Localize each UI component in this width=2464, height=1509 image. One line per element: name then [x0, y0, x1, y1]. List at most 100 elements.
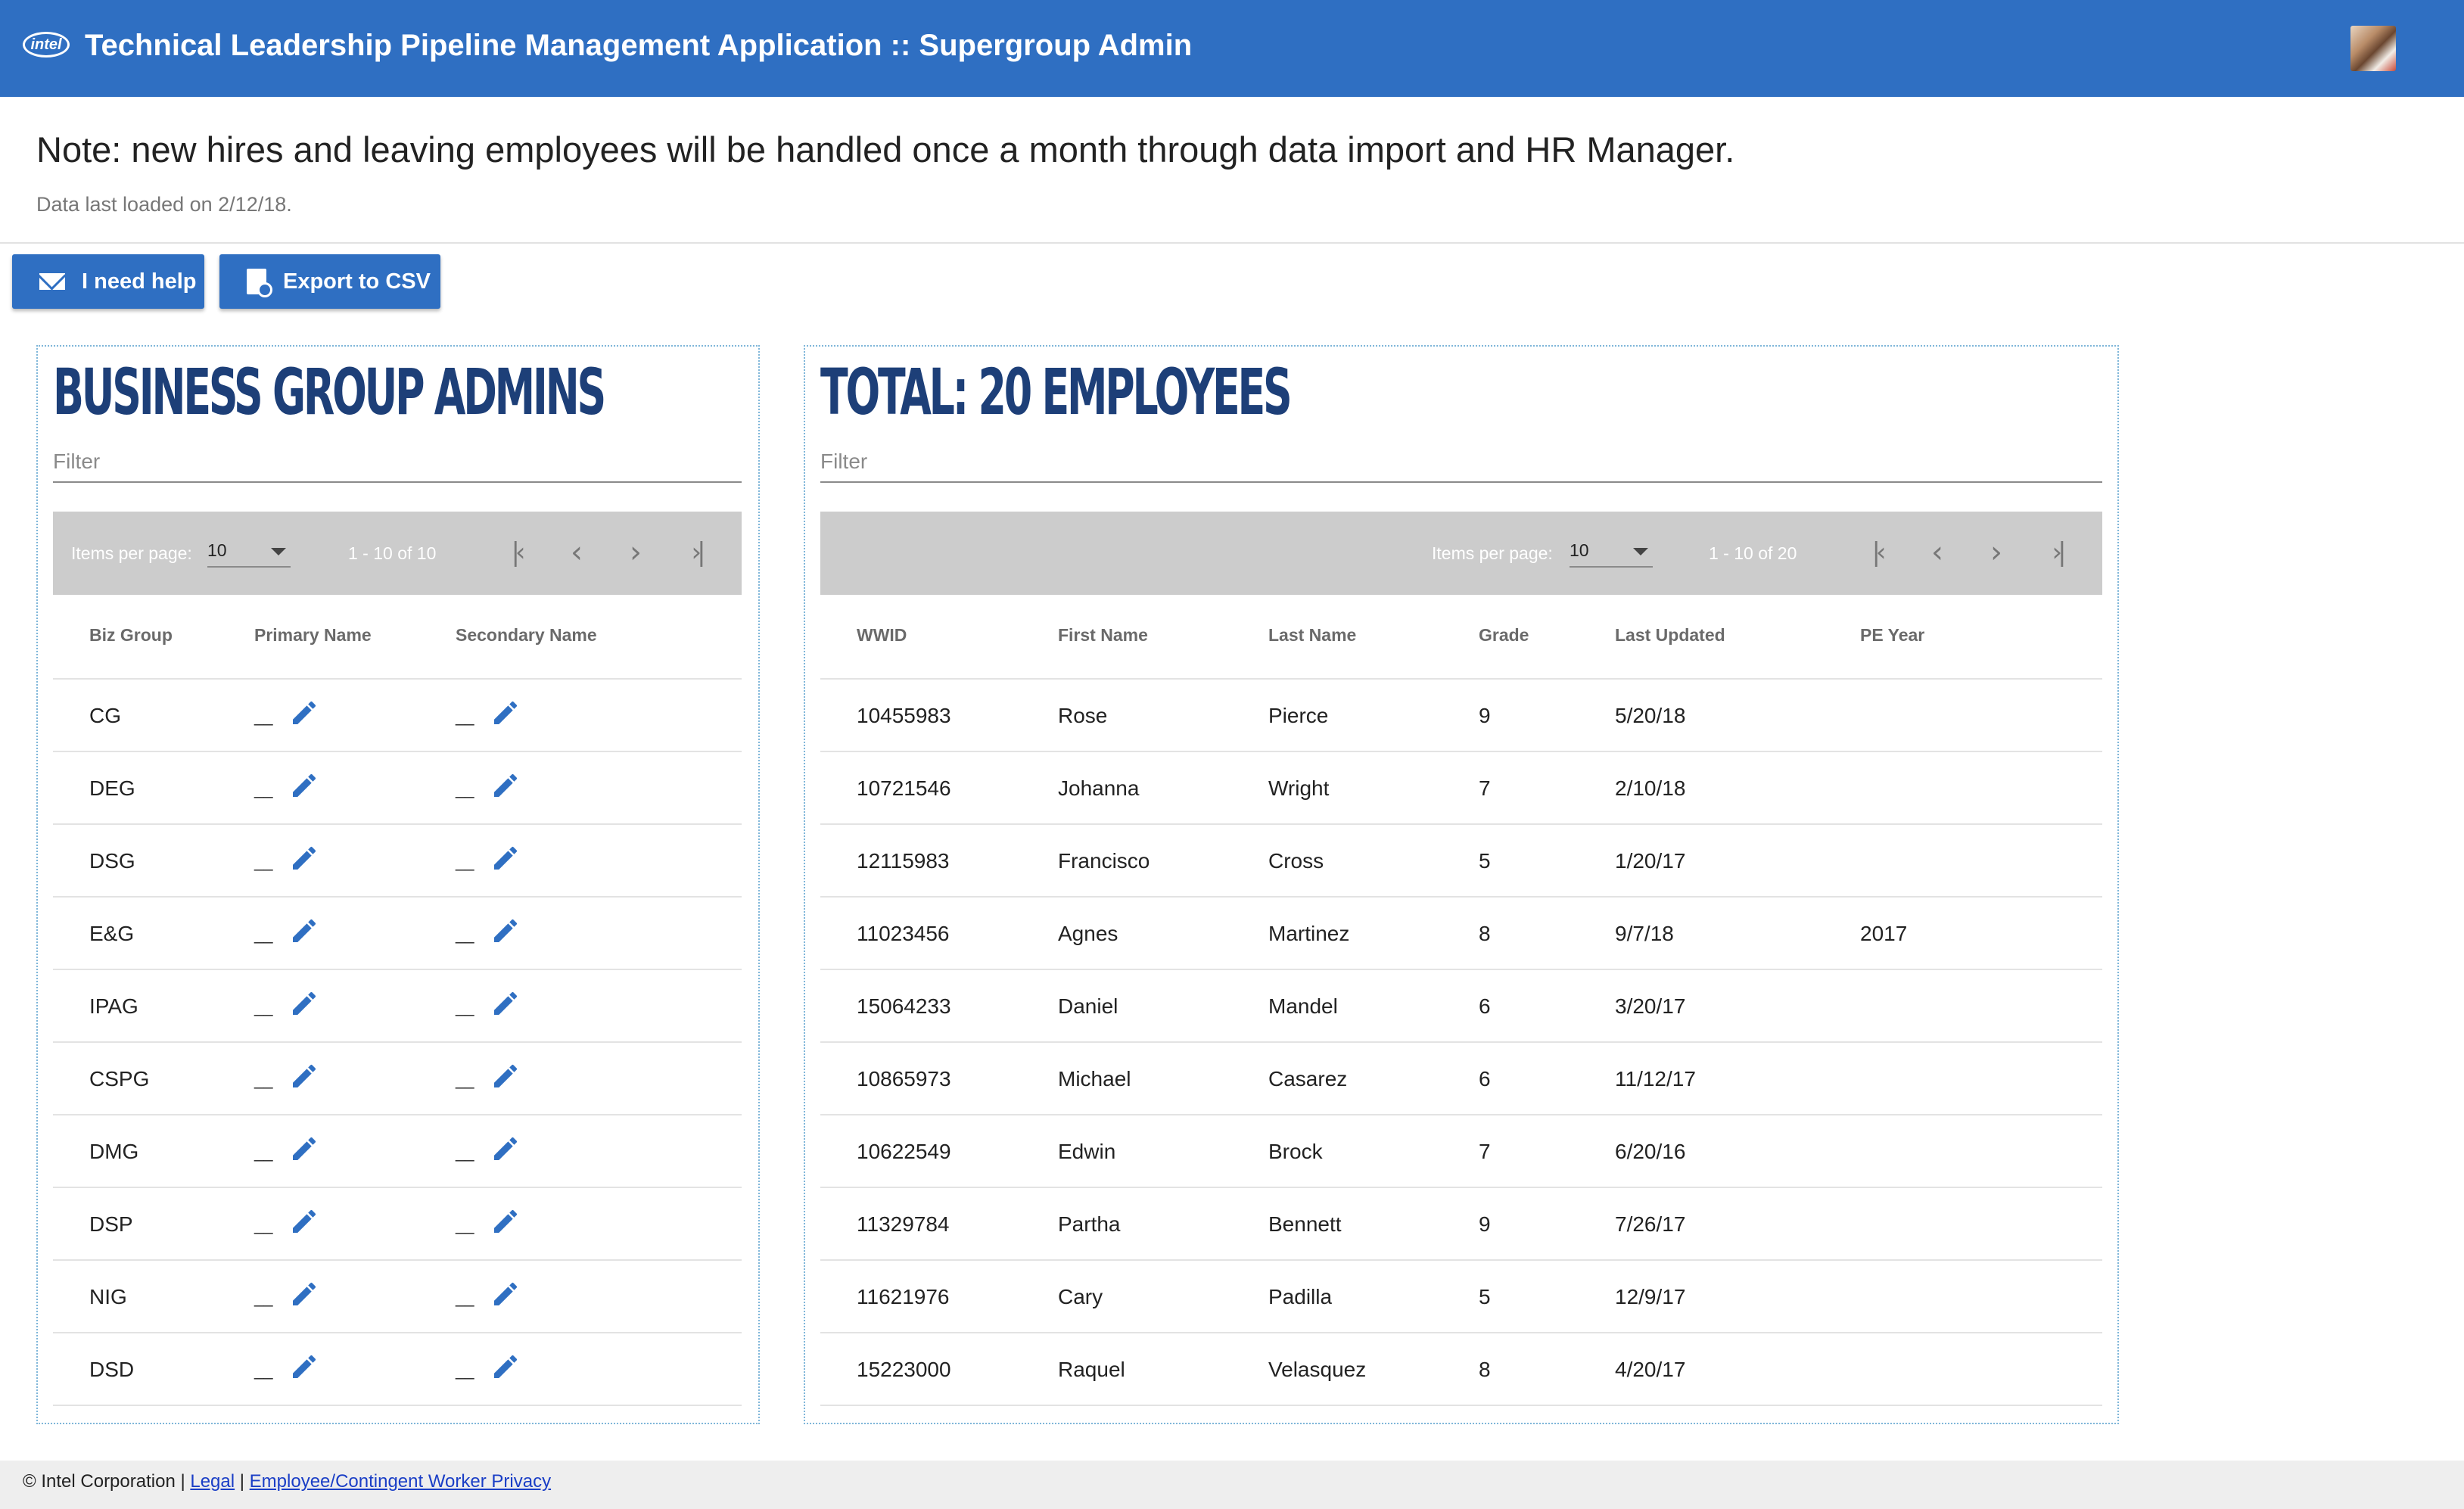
export-button-label: Export to CSV: [283, 269, 431, 294]
table-row: E&G __ __: [53, 898, 742, 970]
edit-primary-pencil-icon[interactable]: [289, 1061, 319, 1091]
pe-year-cell: 2017: [1860, 922, 1908, 945]
items-per-page-label: Items per page:: [71, 543, 192, 563]
last-updated-cell: 5/20/18: [1615, 704, 1686, 727]
col-last-updated[interactable]: Last Updated: [1615, 625, 1725, 646]
col-biz-group[interactable]: Biz Group: [89, 625, 173, 646]
last-page-icon[interactable]: ›|: [681, 539, 711, 569]
biz-group-cell: DEG: [89, 776, 135, 800]
page-size-select[interactable]: 10: [1570, 540, 1653, 568]
table-row[interactable]: 11329784 Partha Bennett 9 7/26/17: [820, 1188, 2102, 1261]
table-row: DSP __ __: [53, 1188, 742, 1261]
table-row[interactable]: 10865973 Michael Casarez 6 11/12/17: [820, 1043, 2102, 1115]
edit-primary-pencil-icon[interactable]: [289, 770, 319, 801]
grade-cell: 7: [1479, 1140, 1491, 1163]
last-updated-cell: 2/10/18: [1615, 776, 1686, 800]
col-pe-year[interactable]: PE Year: [1860, 625, 1924, 646]
biz-group-cell: CG: [89, 704, 121, 727]
edit-primary-pencil-icon[interactable]: [289, 843, 319, 873]
col-wwid[interactable]: WWID: [857, 625, 907, 646]
table-row[interactable]: 15064233 Daniel Mandel 6 3/20/17: [820, 970, 2102, 1043]
edit-secondary-pencil-icon[interactable]: [490, 988, 521, 1019]
help-button-label: I need help: [82, 269, 197, 294]
bg-admins-table: Biz Group Primary Name Secondary Name CG…: [53, 595, 742, 1406]
page-size-value: 10: [207, 540, 227, 560]
first-name-cell: Daniel: [1058, 994, 1118, 1018]
next-page-icon[interactable]: ›: [621, 537, 651, 569]
edit-secondary-pencil-icon[interactable]: [490, 1134, 521, 1164]
help-button[interactable]: I need help: [12, 254, 204, 309]
last-updated-cell: 3/20/17: [1615, 994, 1686, 1018]
edit-secondary-pencil-icon[interactable]: [490, 1206, 521, 1237]
first-page-icon[interactable]: |‹: [1862, 539, 1892, 569]
biz-group-cell: E&G: [89, 922, 135, 945]
last-updated-cell: 4/20/17: [1615, 1358, 1686, 1381]
table-row[interactable]: 11023456 Agnes Martinez 8 9/7/18 2017: [820, 898, 2102, 970]
first-page-icon[interactable]: |‹: [501, 539, 531, 569]
last-name-cell: Bennett: [1268, 1212, 1342, 1236]
employees-panel: TOTAL: 20 EMPLOYEES Filter Items per pag…: [804, 345, 2119, 1424]
secondary-name-cell: __: [456, 1215, 474, 1234]
last-name-cell: Martinez: [1268, 922, 1350, 945]
page-size-select[interactable]: 10: [207, 540, 291, 568]
edit-primary-pencil-icon[interactable]: [289, 1279, 319, 1309]
previous-page-icon[interactable]: ‹: [1922, 537, 1952, 569]
bg-admins-filter-input[interactable]: Filter: [53, 450, 742, 483]
primary-name-cell: __: [254, 1143, 273, 1162]
intel-logo: intel: [23, 32, 70, 58]
user-avatar[interactable]: [2350, 26, 2396, 71]
edit-primary-pencil-icon[interactable]: [289, 698, 319, 728]
grade-cell: 5: [1479, 1285, 1491, 1308]
last-name-cell: Mandel: [1268, 994, 1338, 1018]
bg-admins-panel: BUSINESS GROUP ADMINS Filter Items per p…: [36, 345, 760, 1424]
next-page-icon[interactable]: ›: [1981, 537, 2011, 569]
secondary-name-cell: __: [456, 1143, 474, 1162]
grade-cell: 7: [1479, 776, 1491, 800]
first-name-cell: Raquel: [1058, 1358, 1125, 1381]
grade-cell: 9: [1479, 1212, 1491, 1236]
col-first-name[interactable]: First Name: [1058, 625, 1148, 646]
table-row[interactable]: 10721546 Johanna Wright 7 2/10/18: [820, 752, 2102, 825]
previous-page-icon[interactable]: ‹: [562, 537, 592, 569]
col-primary-name[interactable]: Primary Name: [254, 625, 372, 646]
edit-primary-pencil-icon[interactable]: [289, 988, 319, 1019]
edit-secondary-pencil-icon[interactable]: [490, 1279, 521, 1309]
edit-secondary-pencil-icon[interactable]: [490, 770, 521, 801]
export-csv-button[interactable]: Export to CSV: [219, 254, 440, 309]
edit-secondary-pencil-icon[interactable]: [490, 698, 521, 728]
edit-secondary-pencil-icon[interactable]: [490, 1061, 521, 1091]
primary-name-cell: __: [254, 1215, 273, 1234]
table-row[interactable]: 10622549 Edwin Brock 7 6/20/16: [820, 1115, 2102, 1188]
legal-link[interactable]: Legal: [190, 1471, 235, 1492]
bg-admins-paginator: Items per page: 10 1 - 10 of 10 |‹ ‹ › ›…: [53, 512, 742, 595]
table-row[interactable]: 11621976 Cary Padilla 5 12/9/17: [820, 1261, 2102, 1333]
table-row[interactable]: 10455983 Rose Pierce 9 5/20/18: [820, 680, 2102, 752]
footer-separator: |: [239, 1471, 244, 1492]
dropdown-caret-icon: [271, 548, 286, 555]
first-name-cell: Rose: [1058, 704, 1108, 727]
table-row[interactable]: 12115983 Francisco Cross 5 1/20/17: [820, 825, 2102, 898]
privacy-link[interactable]: Employee/Contingent Worker Privacy: [250, 1471, 551, 1492]
edit-secondary-pencil-icon[interactable]: [490, 916, 521, 946]
col-last-name[interactable]: Last Name: [1268, 625, 1356, 646]
last-page-icon[interactable]: ›|: [2042, 539, 2072, 569]
secondary-name-cell: __: [456, 852, 474, 871]
employees-filter-input[interactable]: Filter: [820, 450, 2102, 483]
col-secondary-name[interactable]: Secondary Name: [456, 625, 597, 646]
table-row[interactable]: 15223000 Raquel Velasquez 8 4/20/17: [820, 1333, 2102, 1406]
primary-name-cell: __: [254, 779, 273, 798]
secondary-name-cell: __: [456, 707, 474, 726]
table-header-row: Biz Group Primary Name Secondary Name: [53, 595, 742, 680]
col-grade[interactable]: Grade: [1479, 625, 1529, 646]
table-row: DSD __ __: [53, 1333, 742, 1406]
edit-primary-pencil-icon[interactable]: [289, 916, 319, 946]
edit-primary-pencil-icon[interactable]: [289, 1134, 319, 1164]
edit-primary-pencil-icon[interactable]: [289, 1352, 319, 1382]
edit-primary-pencil-icon[interactable]: [289, 1206, 319, 1237]
last-name-cell: Wright: [1268, 776, 1330, 800]
edit-secondary-pencil-icon[interactable]: [490, 1352, 521, 1382]
wwid-cell: 15064233: [857, 994, 951, 1018]
primary-name-cell: __: [254, 1361, 273, 1380]
last-updated-cell: 11/12/17: [1615, 1067, 1696, 1091]
edit-secondary-pencil-icon[interactable]: [490, 843, 521, 873]
